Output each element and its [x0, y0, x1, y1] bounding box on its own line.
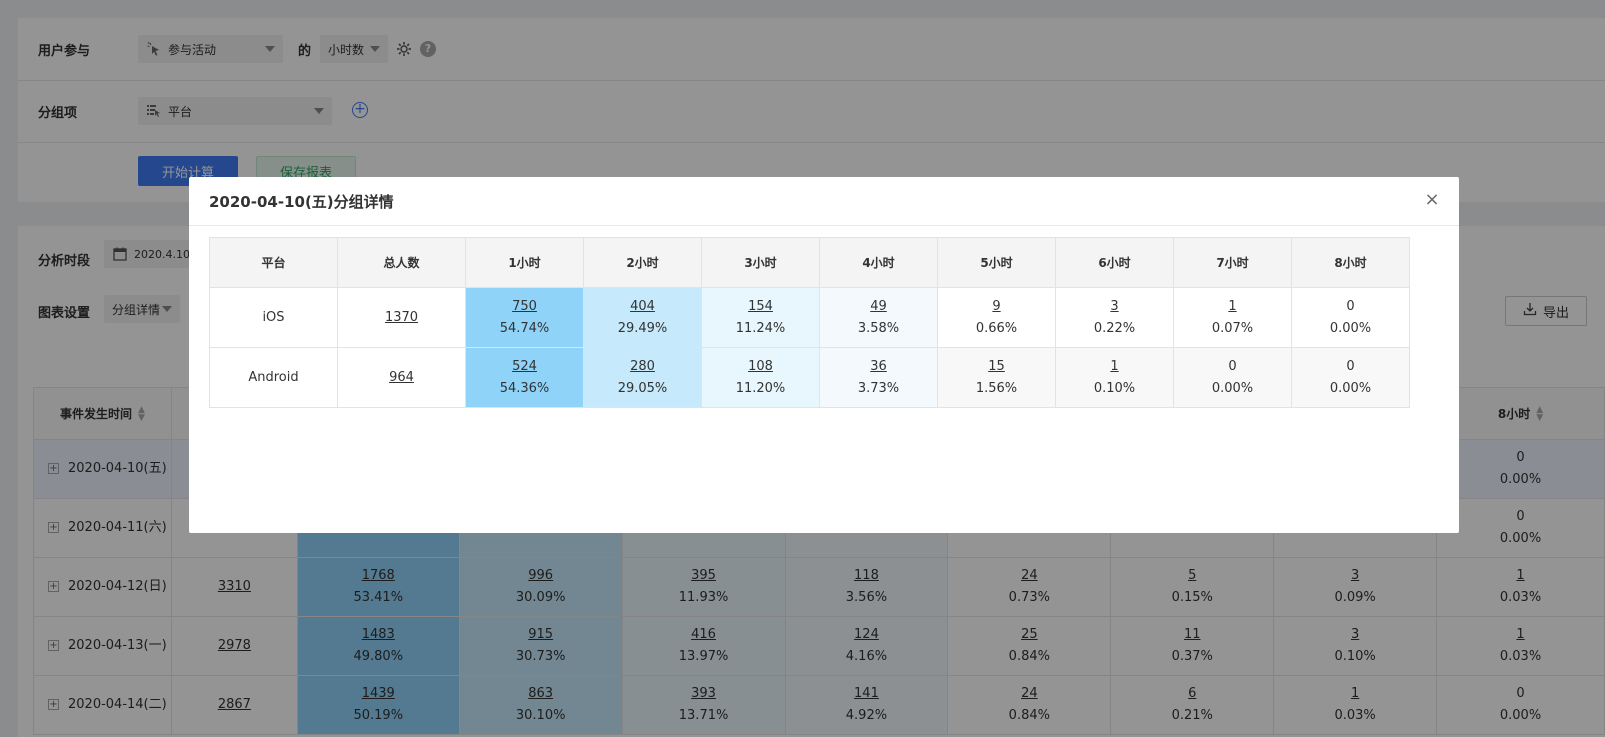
column-header: 2小时: [583, 237, 702, 288]
column-header: 平台: [209, 237, 338, 288]
percent-value: 54.74%: [499, 320, 550, 336]
percent-value: 54.36%: [499, 380, 550, 396]
hour-cell: 49 3.58%: [819, 287, 938, 348]
percent-value: 0.00%: [1329, 380, 1372, 396]
hour-cell: 154 11.24%: [701, 287, 820, 348]
count-value: 0: [1346, 298, 1355, 314]
count-value[interactable]: 750: [466, 296, 583, 318]
count-value[interactable]: 524: [466, 356, 583, 378]
total-cell: 1370: [337, 287, 466, 348]
percent-value: 29.49%: [617, 320, 668, 336]
close-icon[interactable]: ×: [1423, 191, 1441, 209]
hour-cell: 15 1.56%: [937, 347, 1056, 408]
percent-value: 3.58%: [857, 320, 900, 336]
hour-cell: 3 0.22%: [1055, 287, 1174, 348]
count-value[interactable]: 15: [938, 356, 1055, 378]
count-value[interactable]: 3: [1056, 296, 1173, 318]
platform-cell: iOS: [209, 287, 338, 348]
percent-value: 11.24%: [735, 320, 786, 336]
hour-cell: 404 29.49%: [583, 287, 702, 348]
column-header: 8小时: [1291, 237, 1410, 288]
count-value[interactable]: 9: [938, 296, 1055, 318]
percent-value: 0.07%: [1211, 320, 1254, 336]
column-header: 4小时: [819, 237, 938, 288]
modal-title: 2020-04-10(五)分组详情: [189, 177, 1459, 226]
hour-cell: 280 29.05%: [583, 347, 702, 408]
column-header: 1小时: [465, 237, 584, 288]
percent-value: 29.05%: [617, 380, 668, 396]
hour-cell: 36 3.73%: [819, 347, 938, 408]
count-value[interactable]: 108: [702, 356, 819, 378]
count-value[interactable]: 280: [584, 356, 701, 378]
percent-value: 0.10%: [1093, 380, 1136, 396]
total-link[interactable]: 1370: [385, 310, 418, 325]
count-value[interactable]: 1: [1056, 356, 1173, 378]
hour-cell: 108 11.20%: [701, 347, 820, 408]
total-cell: 964: [337, 347, 466, 408]
percent-value: 1.56%: [975, 380, 1018, 396]
percent-value: 3.73%: [857, 380, 900, 396]
count-value[interactable]: 49: [820, 296, 937, 318]
percent-value: 0.66%: [975, 320, 1018, 336]
hour-cell: 524 54.36%: [465, 347, 584, 408]
table-row: Android 964 524 54.36% 280 29.05% 108 11.20% 36 3…: [209, 347, 1410, 408]
group-detail-modal: 2020-04-10(五)分组详情 × 平台 总人数 1小时 2小时 3小时 4小时 5小时…: [189, 177, 1459, 533]
count-value[interactable]: 154: [702, 296, 819, 318]
column-header: 总人数: [337, 237, 466, 288]
column-header: 3小时: [701, 237, 820, 288]
count-value[interactable]: 1: [1174, 296, 1291, 318]
count-value[interactable]: 404: [584, 296, 701, 318]
count-value: 0: [1228, 358, 1237, 374]
count-value[interactable]: 36: [820, 356, 937, 378]
table-header-row: 平台 总人数 1小时 2小时 3小时 4小时 5小时 6小时 7小时 8小时: [209, 237, 1410, 288]
percent-value: 11.20%: [735, 380, 786, 396]
hour-cell: 750 54.74%: [465, 287, 584, 348]
column-header: 6小时: [1055, 237, 1174, 288]
hour-cell: 1 0.10%: [1055, 347, 1174, 408]
hour-cell: 9 0.66%: [937, 287, 1056, 348]
percent-value: 0.22%: [1093, 320, 1136, 336]
group-detail-table: 平台 总人数 1小时 2小时 3小时 4小时 5小时 6小时 7小时 8小时 iOS 1370 750…: [209, 237, 1410, 408]
count-value: 0: [1346, 358, 1355, 374]
column-header: 7小时: [1173, 237, 1292, 288]
hour-cell: 0 0.00%: [1291, 287, 1410, 348]
table-row: iOS 1370 750 54.74% 404 29.49% 154 11.24% 49 3.58…: [209, 287, 1410, 348]
hour-cell: 0 0.00%: [1291, 347, 1410, 408]
percent-value: 0.00%: [1329, 320, 1372, 336]
hour-cell: 1 0.07%: [1173, 287, 1292, 348]
platform-cell: Android: [209, 347, 338, 408]
hour-cell: 0 0.00%: [1173, 347, 1292, 408]
percent-value: 0.00%: [1211, 380, 1254, 396]
column-header: 5小时: [937, 237, 1056, 288]
total-link[interactable]: 964: [389, 370, 414, 385]
